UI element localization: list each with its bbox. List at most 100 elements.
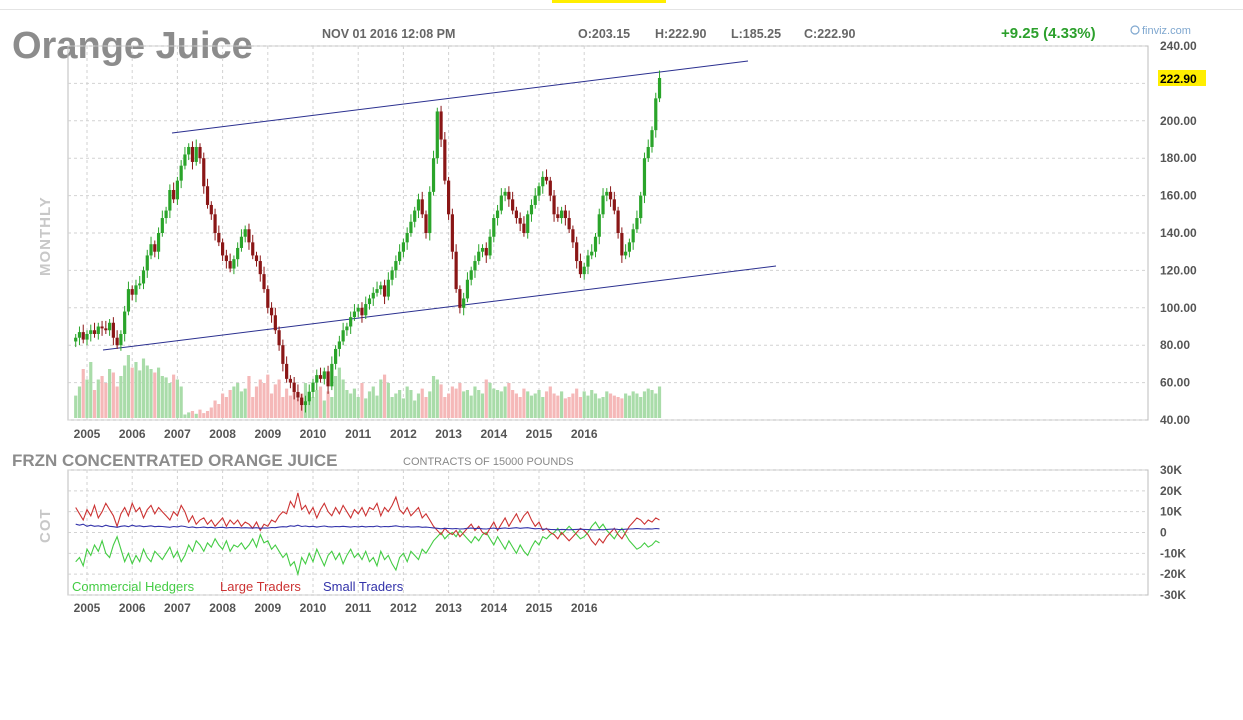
volume-bar [375,395,379,418]
candle-body [616,210,620,233]
volume-bar [119,376,123,418]
cot-year-tick-label: 2010 [300,601,327,615]
candle-body [183,154,187,166]
candle-body [349,317,353,327]
year-tick-label: 2007 [164,427,191,441]
candlesticks [74,70,662,413]
candle-body [251,242,255,256]
candle-body [141,270,146,284]
volume-bar [81,369,85,418]
price-grid [67,45,1149,421]
volume-bar [149,369,153,418]
volume-bar [258,379,262,418]
candle-body [477,251,481,262]
candle-body [567,218,571,230]
candle-body [620,233,624,256]
candle-body [499,195,503,211]
candle-body [541,176,545,187]
candle-body [473,261,477,271]
volume-bar [175,379,179,418]
volume-bar [77,386,82,418]
volume-bar [213,400,217,418]
volume-bar [115,386,119,418]
volume-bar [371,386,375,418]
candle-body [364,304,368,316]
candle-body [179,165,183,181]
candle-body [209,204,213,215]
volume-bar [431,376,436,418]
candle-body [492,218,496,237]
candle-body [601,195,605,215]
volume-bar [352,388,357,418]
volume-bar [552,393,556,418]
volume-bar [473,386,477,418]
cot-year-tick-label: 2015 [526,601,553,615]
finviz-icon [1130,25,1140,35]
volume-bar [575,388,579,418]
candle-body [172,189,176,200]
price-tick-label: 240.00 [1160,39,1197,53]
volume-bar [401,398,405,418]
cot-year-tick-label: 2005 [74,601,101,615]
volume-bar [311,397,315,418]
candle-body [232,259,236,269]
volume-bar [205,411,210,418]
volume-bar [221,393,225,418]
volume-bar [217,404,221,418]
candle-body [190,146,195,162]
candle-body [341,330,345,342]
candle-body [115,337,119,346]
volume-bar [428,391,432,418]
volume-bar [168,383,172,418]
volume-bar [145,365,149,418]
candle-body [480,247,485,252]
year-tick-label: 2011 [345,427,371,441]
candle-body [375,289,379,293]
candle-body [269,307,274,316]
candle-body [511,199,515,211]
volume-bar [247,376,251,418]
year-tick-label: 2008 [209,427,236,441]
year-tick-label: 2005 [74,427,101,441]
cot-series-line [75,523,660,531]
open-value: O:203.15 [578,27,630,41]
volume-bar [228,390,232,418]
volume-bar [337,367,341,418]
candle-body [330,363,334,387]
candle-body [635,218,639,230]
candle-body [221,242,225,256]
candle-body [608,191,613,200]
candle-body [390,270,394,280]
candle-body [194,146,198,162]
candle-body [469,270,473,280]
candle-body [164,210,168,219]
cot-axis: 30K 20K 10K 0 -10K -20K -30K [1160,463,1186,602]
candle-body [537,186,541,196]
candle-body [578,261,583,275]
volume-bar [153,372,157,418]
candle-body [175,180,179,200]
finviz-logo[interactable]: finviz.com [1130,25,1191,37]
candle-body [104,328,108,331]
volume-bar [657,386,662,418]
candle-body [285,363,289,379]
candle-body [262,274,266,290]
candle-body [563,210,567,219]
volume-bar [578,397,583,418]
cot-series-line [75,492,660,546]
trend-channel [102,60,777,351]
candle-body [624,251,628,256]
volume-bar [526,391,530,418]
volume-bar [537,390,541,418]
volume-bar [420,388,424,418]
cot-year-tick-label: 2013 [435,601,462,615]
volume-bar [164,377,168,418]
candle-body [92,330,97,334]
volume-bar [462,391,466,418]
volume-bar [635,393,639,418]
volume-bar [111,372,115,418]
candle-body [130,289,134,295]
volume-bar [330,397,334,418]
candle-body [277,330,281,346]
volume-bar [642,391,647,418]
